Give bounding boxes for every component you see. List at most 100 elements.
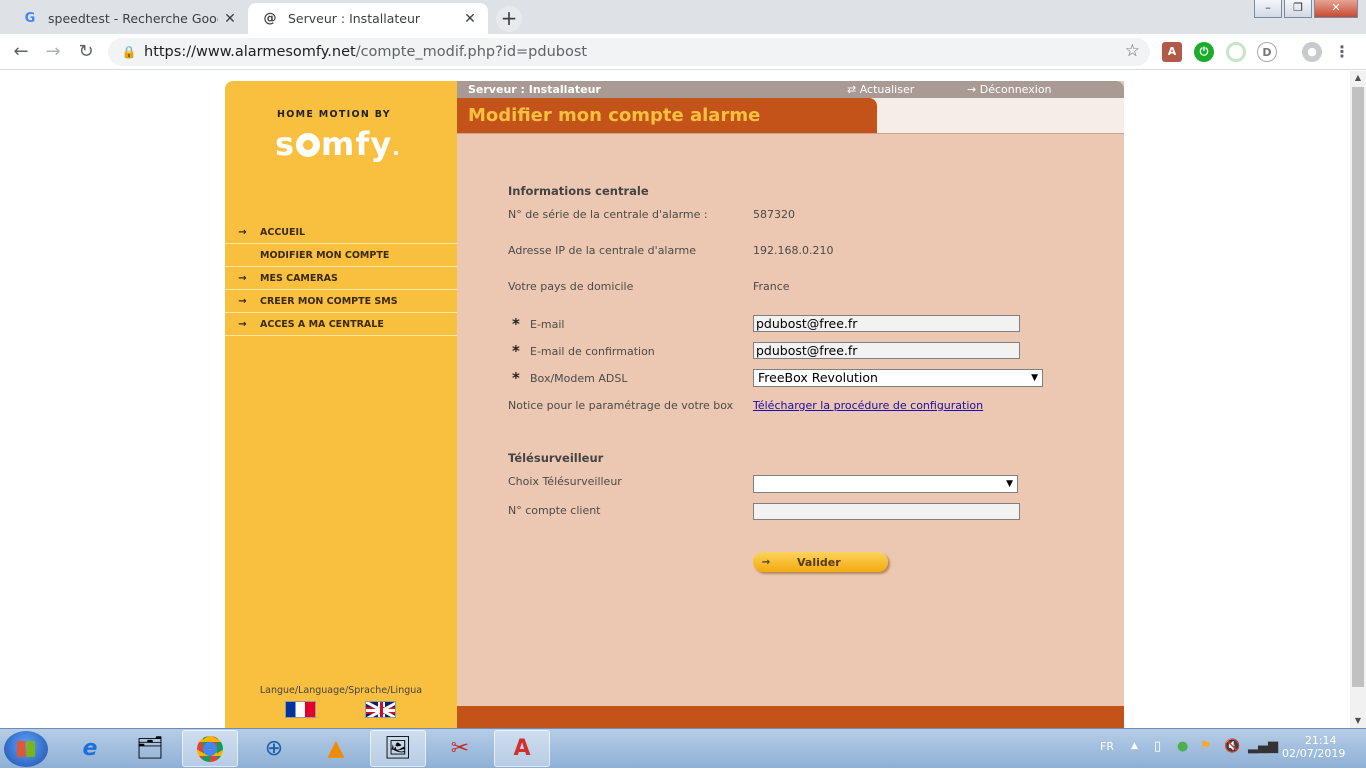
- tab-title: speedtest - Recherche Google: [48, 11, 218, 26]
- required-asterisk-icon: *: [512, 342, 520, 360]
- image-viewer-icon[interactable]: 🖼: [370, 730, 426, 767]
- show-hidden-icons-icon[interactable]: ▲: [1131, 741, 1138, 781]
- clock-date: 02/07/2019: [1282, 747, 1346, 760]
- box-label: Box/Modem ADSL: [530, 372, 628, 385]
- required-asterisk-icon: *: [512, 315, 520, 333]
- language-label: Langue/Language/Sprache/Lingua: [259, 685, 423, 696]
- refresh-label: Actualiser: [859, 83, 915, 96]
- sidebar-item-creer-compte-sms[interactable]: → CREER MON COMPTE SMS: [225, 290, 457, 313]
- dropdown-arrow-icon: ▼: [1006, 479, 1013, 489]
- scroll-up-icon[interactable]: ▲: [1350, 71, 1366, 85]
- scroll-thumb[interactable]: [1352, 87, 1364, 687]
- section-remote-monitoring: Télésurveilleur: [508, 451, 604, 465]
- email-confirm-label: E-mail de confirmation: [530, 345, 655, 358]
- browser-tab-active[interactable]: @ Serveur : Installateur ✕: [248, 3, 488, 34]
- profile-avatar-icon[interactable]: ●: [1302, 42, 1322, 62]
- clock-time: 21:14: [1304, 734, 1337, 747]
- google-favicon-icon: G: [24, 11, 36, 26]
- internet-explorer-icon[interactable]: e: [62, 730, 118, 767]
- download-procedure-link[interactable]: Télécharger la procédure de configuratio…: [753, 399, 983, 412]
- serial-label: N° de série de la centrale d'alarme :: [508, 208, 708, 221]
- magnifier-app-icon[interactable]: ⊕: [246, 730, 302, 767]
- browser-tab[interactable]: G speedtest - Recherche Google ✕: [8, 3, 248, 34]
- restore-button[interactable]: ❐: [1284, 0, 1312, 18]
- sidebar-item-label: ACCES A MA CENTRALE: [260, 318, 384, 330]
- page-viewport: HOME MOTION BY s mfy. → ACCUEIL MODIFIER …: [0, 71, 1350, 728]
- acrobat-icon[interactable]: A: [494, 730, 550, 767]
- taskbar: e 🗂 ⊕ ▲ 🖼 ✂ A FR ▲ ▯ ● ⚑ 🔇 ▂▄▆ 21:14 02/…: [0, 728, 1366, 768]
- email-label: E-mail: [530, 318, 565, 331]
- forward-arrow-icon[interactable]: →: [40, 39, 66, 65]
- country-value: France: [753, 280, 790, 293]
- remote-choice-select[interactable]: ▼: [753, 475, 1018, 493]
- back-arrow-icon[interactable]: ←: [8, 39, 34, 65]
- window-close-button[interactable]: ✕: [1314, 0, 1358, 18]
- logout-label: Déconnexion: [979, 83, 1052, 96]
- email-field[interactable]: pdubost@free.fr: [753, 315, 1020, 332]
- ip-label: Adresse IP de la centrale d'alarme: [508, 244, 697, 257]
- snipping-tool-icon[interactable]: ✂: [432, 730, 488, 767]
- section-central-info: Informations centrale: [508, 184, 649, 198]
- country-label: Votre pays de domicile: [508, 280, 634, 293]
- box-select[interactable]: FreeBox Revolution ▼: [753, 369, 1043, 387]
- main-content: Serveur : Installateur ⇄ Actualiser → Dé…: [457, 81, 1124, 728]
- close-tab-icon[interactable]: ✕: [458, 11, 482, 27]
- sidebar-item-accueil[interactable]: → ACCUEIL: [225, 221, 457, 244]
- arrow-right-icon: →: [238, 318, 247, 330]
- reload-icon[interactable]: ↻: [73, 39, 99, 65]
- chrome-icon[interactable]: [182, 730, 238, 767]
- arrow-right-icon: →: [761, 556, 771, 568]
- address-bar[interactable]: 🔒 https://www.alarmesomfy.net/compte_mod…: [108, 38, 1150, 66]
- client-account-field[interactable]: [753, 503, 1020, 520]
- submit-label: Valider: [797, 555, 841, 569]
- browser-tab-strip: G speedtest - Recherche Google ✕ @ Serve…: [0, 0, 1366, 34]
- url-path: /compte_modif.php?id=pdubost: [355, 44, 588, 60]
- arrow-right-icon: →: [238, 295, 247, 307]
- loading-extension-icon[interactable]: [1226, 42, 1246, 62]
- french-flag-icon[interactable]: [285, 701, 316, 718]
- sidebar-item-acces-centrale[interactable]: → ACCES A MA CENTRALE: [225, 313, 457, 336]
- clock[interactable]: 21:14 02/07/2019: [1282, 734, 1345, 774]
- power-extension-icon[interactable]: ⏻: [1194, 42, 1214, 62]
- new-tab-button[interactable]: +: [496, 6, 522, 32]
- browser-toolbar: ← → ↻ 🔒 https://www.alarmesomfy.net/comp…: [0, 34, 1366, 70]
- vertical-scrollbar[interactable]: ▲ ▼: [1350, 71, 1366, 728]
- sidebar-item-modifier-mon-compte[interactable]: MODIFIER MON COMPTE: [225, 244, 457, 267]
- lock-icon: 🔒: [121, 45, 137, 59]
- battery-icon[interactable]: ▯: [1154, 739, 1161, 779]
- sidebar-item-label: ACCUEIL: [260, 226, 306, 238]
- volume-muted-icon[interactable]: 🔇: [1224, 739, 1240, 779]
- vlc-icon[interactable]: ▲: [308, 730, 364, 767]
- sidebar: HOME MOTION BY s mfy. → ACCUEIL MODIFIER …: [225, 81, 457, 728]
- menu-kebab-icon[interactable]: ⋮: [1332, 42, 1352, 62]
- refresh-link[interactable]: ⇄ Actualiser: [847, 83, 914, 96]
- start-button[interactable]: [4, 731, 48, 767]
- logout-link[interactable]: → Déconnexion: [967, 83, 1052, 96]
- minimize-button[interactable]: –: [1254, 0, 1282, 18]
- sidebar-item-label: MODIFIER MON COMPTE: [260, 249, 390, 261]
- uk-flag-icon[interactable]: [365, 701, 396, 718]
- pdf-extension-icon[interactable]: A: [1162, 42, 1182, 62]
- logo-tagline: HOME MOTION BY: [277, 109, 391, 120]
- tab-title: Serveur : Installateur: [288, 11, 421, 26]
- logo-dot: .: [392, 136, 401, 160]
- action-center-icon[interactable]: ⚑: [1200, 739, 1212, 779]
- d-extension-icon[interactable]: D: [1257, 42, 1277, 62]
- close-tab-icon[interactable]: ✕: [218, 11, 242, 27]
- network-signal-icon[interactable]: ▂▄▆: [1248, 739, 1278, 779]
- scroll-down-icon[interactable]: ▼: [1350, 714, 1366, 728]
- arrow-right-icon: →: [238, 226, 247, 238]
- file-explorer-icon[interactable]: 🗂: [122, 730, 178, 767]
- sidebar-item-mes-cameras[interactable]: → MES CAMERAS: [225, 267, 457, 290]
- submit-button[interactable]: → Valider: [753, 552, 888, 572]
- email-confirm-field[interactable]: pdubost@free.fr: [753, 342, 1020, 359]
- page-title: Modifier mon compte alarme: [457, 98, 877, 133]
- sidebar-item-label: MES CAMERAS: [260, 272, 338, 284]
- client-account-label: N° compte client: [508, 504, 601, 517]
- language-indicator[interactable]: FR: [1100, 740, 1114, 780]
- tray-app-icon[interactable]: ●: [1177, 739, 1188, 779]
- title-bar: Modifier mon compte alarme: [457, 98, 1124, 134]
- footer-band: [457, 706, 1124, 728]
- star-icon[interactable]: ☆: [1125, 41, 1140, 61]
- server-label: Serveur : Installateur: [468, 83, 601, 96]
